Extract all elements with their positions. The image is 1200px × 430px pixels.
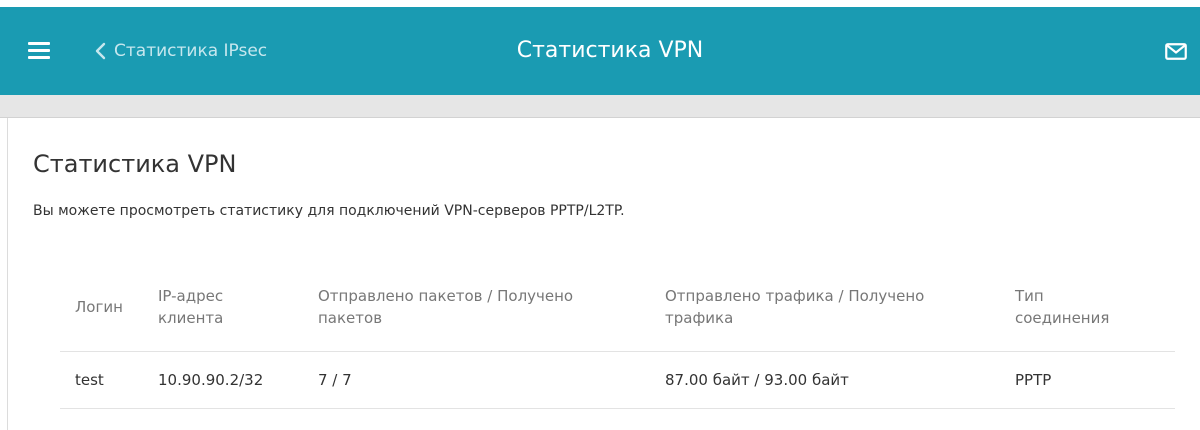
cell-connection-type: PPTP (1015, 371, 1052, 389)
header-title: Статистика VPN (516, 38, 704, 63)
column-header-client-ip: IP-адрес клиента (158, 287, 224, 327)
cell-login: test (75, 371, 104, 389)
column-header-packets: Отправлено пакетов / Получено пакетов (318, 287, 574, 327)
column-header-traffic: Отправлено трафика / Получено трафика (665, 287, 925, 327)
cell-traffic: 87.00 байт / 93.00 байт (665, 371, 849, 389)
header-shadow-bar (0, 95, 1200, 118)
cell-packets: 7 / 7 (318, 371, 352, 389)
hamburger-menu-icon[interactable] (28, 42, 50, 60)
column-header-login: Логин (75, 298, 123, 316)
chevron-left-icon (95, 42, 106, 60)
page-description: Вы можете просмотреть статистику для под… (33, 203, 625, 219)
back-link-ipsec-statistics[interactable]: Статистика IPsec (95, 34, 267, 68)
page-title: Статистика VPN (33, 150, 237, 178)
content-left-border (7, 118, 8, 430)
vpn-statistics-table: Логин IP-адрес клиента Отправлено пакето… (60, 280, 1175, 409)
column-header-connection-type: Тип соединения (1015, 287, 1110, 327)
table-header-row: Логин IP-адрес клиента Отправлено пакето… (60, 280, 1175, 352)
cell-client-ip: 10.90.90.2/32 (158, 371, 264, 389)
top-header-bar: Статистика IPsec Статистика VPN (0, 0, 1200, 95)
table-row[interactable]: test 10.90.90.2/32 7 / 7 87.00 байт / 93… (60, 352, 1175, 409)
mail-envelope-icon[interactable] (1165, 43, 1187, 64)
back-link-label: Статистика IPsec (114, 41, 268, 61)
vpn-statistics-page: Статистика IPsec Статистика VPN Статисти… (0, 0, 1200, 430)
